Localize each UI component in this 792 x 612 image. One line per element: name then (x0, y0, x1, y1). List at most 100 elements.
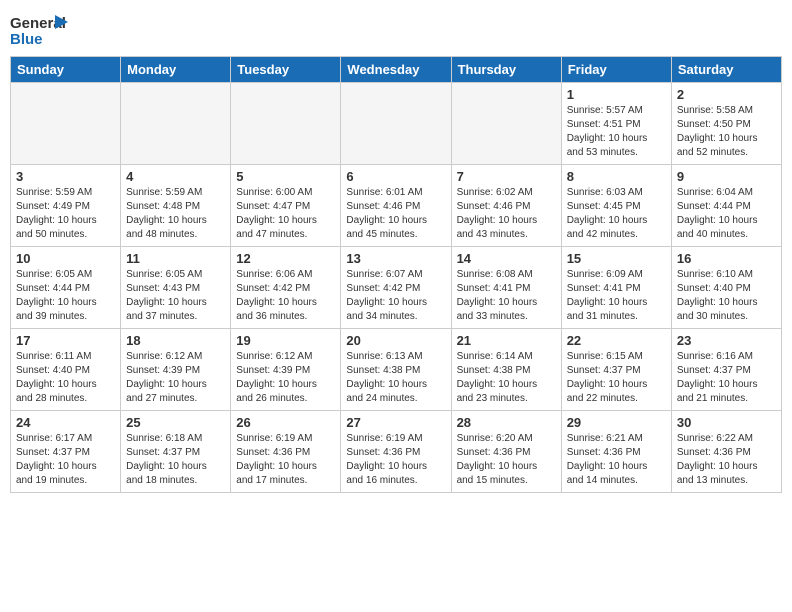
calendar-cell (451, 83, 561, 165)
day-info: Sunrise: 6:02 AM Sunset: 4:46 PM Dayligh… (457, 186, 556, 242)
day-number: 19 (236, 333, 335, 348)
day-number: 26 (236, 415, 335, 430)
day-number: 13 (346, 251, 445, 266)
calendar-cell: 13 Sunrise: 6:07 AM Sunset: 4:42 PM Dayli… (341, 247, 451, 329)
day-info: Sunrise: 6:00 AM Sunset: 4:47 PM Dayligh… (236, 186, 335, 242)
day-info: Sunrise: 5:57 AM Sunset: 4:51 PM Dayligh… (567, 104, 666, 160)
calendar-cell: 12 Sunrise: 6:06 AM Sunset: 4:42 PM Dayli… (231, 247, 341, 329)
day-info: Sunrise: 6:12 AM Sunset: 4:39 PM Dayligh… (126, 350, 225, 406)
calendar-cell (231, 83, 341, 165)
calendar-cell: 25Sunrise: 6:18 AM Sunset: 4:37 PM Dayli… (121, 411, 231, 493)
day-info: Sunrise: 6:04 AM Sunset: 4:44 PM Dayligh… (677, 186, 776, 242)
day-info: Sunrise: 6:05 AM Sunset: 4:43 PM Dayligh… (126, 268, 225, 324)
week-row-5: 24Sunrise: 6:17 AM Sunset: 4:37 PM Dayli… (11, 411, 782, 493)
calendar-cell: 7 Sunrise: 6:02 AM Sunset: 4:46 PM Daylig… (451, 165, 561, 247)
calendar-cell: 6Sunrise: 6:01 AM Sunset: 4:46 PM Daylig… (341, 165, 451, 247)
calendar-cell: 26 Sunrise: 6:19 AM Sunset: 4:36 PM Dayli… (231, 411, 341, 493)
calendar-cell: 17Sunrise: 6:11 AM Sunset: 4:40 PM Dayli… (11, 329, 121, 411)
calendar-cell: 29 Sunrise: 6:21 AM Sunset: 4:36 PM Dayli… (561, 411, 671, 493)
day-header-wednesday: Wednesday (341, 57, 451, 83)
day-info: Sunrise: 6:13 AM Sunset: 4:38 PM Dayligh… (346, 350, 445, 406)
day-info: Sunrise: 6:03 AM Sunset: 4:45 PM Dayligh… (567, 186, 666, 242)
day-number: 25 (126, 415, 225, 430)
header: GeneralBlue (10, 10, 782, 50)
calendar-cell: 10 Sunrise: 6:05 AM Sunset: 4:44 PM Dayli… (11, 247, 121, 329)
day-header-friday: Friday (561, 57, 671, 83)
day-header-tuesday: Tuesday (231, 57, 341, 83)
calendar-cell: 20Sunrise: 6:13 AM Sunset: 4:38 PM Dayli… (341, 329, 451, 411)
calendar-cell: 15 Sunrise: 6:09 AM Sunset: 4:41 PM Dayli… (561, 247, 671, 329)
day-number: 4 (126, 169, 225, 184)
day-number: 2 (677, 87, 776, 102)
day-number: 18 (126, 333, 225, 348)
day-number: 12 (236, 251, 335, 266)
day-info: Sunrise: 6:08 AM Sunset: 4:41 PM Dayligh… (457, 268, 556, 324)
calendar-cell: 8 Sunrise: 6:03 AM Sunset: 4:45 PM Daylig… (561, 165, 671, 247)
calendar-cell: 1 Sunrise: 5:57 AM Sunset: 4:51 PM Daylig… (561, 83, 671, 165)
day-header-thursday: Thursday (451, 57, 561, 83)
calendar-table: SundayMondayTuesdayWednesdayThursdayFrid… (10, 56, 782, 493)
day-number: 27 (346, 415, 445, 430)
day-info: Sunrise: 5:59 AM Sunset: 4:49 PM Dayligh… (16, 186, 115, 242)
day-info: Sunrise: 6:01 AM Sunset: 4:46 PM Dayligh… (346, 186, 445, 242)
calendar-cell: 23Sunrise: 6:16 AM Sunset: 4:37 PM Dayli… (671, 329, 781, 411)
day-info: Sunrise: 6:11 AM Sunset: 4:40 PM Dayligh… (16, 350, 115, 406)
day-info: Sunrise: 6:12 AM Sunset: 4:39 PM Dayligh… (236, 350, 335, 406)
calendar-cell: 19 Sunrise: 6:12 AM Sunset: 4:39 PM Dayli… (231, 329, 341, 411)
day-number: 10 (16, 251, 115, 266)
week-row-4: 17Sunrise: 6:11 AM Sunset: 4:40 PM Dayli… (11, 329, 782, 411)
day-info: Sunrise: 6:16 AM Sunset: 4:37 PM Dayligh… (677, 350, 776, 406)
day-info: Sunrise: 6:22 AM Sunset: 4:36 PM Dayligh… (677, 432, 776, 488)
day-number: 30 (677, 415, 776, 430)
day-header-sunday: Sunday (11, 57, 121, 83)
day-number: 5 (236, 169, 335, 184)
calendar-cell: 28Sunrise: 6:20 AM Sunset: 4:36 PM Dayli… (451, 411, 561, 493)
calendar-cell: 16 Sunrise: 6:10 AM Sunset: 4:40 PM Dayli… (671, 247, 781, 329)
day-info: Sunrise: 6:06 AM Sunset: 4:42 PM Dayligh… (236, 268, 335, 324)
calendar-cell (11, 83, 121, 165)
calendar-cell: 11 Sunrise: 6:05 AM Sunset: 4:43 PM Dayli… (121, 247, 231, 329)
day-info: Sunrise: 6:15 AM Sunset: 4:37 PM Dayligh… (567, 350, 666, 406)
day-number: 24 (16, 415, 115, 430)
logo: GeneralBlue (10, 10, 70, 50)
calendar-cell: 21 Sunrise: 6:14 AM Sunset: 4:38 PM Dayli… (451, 329, 561, 411)
logo-icon: GeneralBlue (10, 10, 70, 50)
day-info: Sunrise: 6:14 AM Sunset: 4:38 PM Dayligh… (457, 350, 556, 406)
calendar-cell: 24Sunrise: 6:17 AM Sunset: 4:37 PM Dayli… (11, 411, 121, 493)
day-info: Sunrise: 6:10 AM Sunset: 4:40 PM Dayligh… (677, 268, 776, 324)
day-number: 8 (567, 169, 666, 184)
day-number: 29 (567, 415, 666, 430)
day-info: Sunrise: 6:21 AM Sunset: 4:36 PM Dayligh… (567, 432, 666, 488)
day-info: Sunrise: 6:05 AM Sunset: 4:44 PM Dayligh… (16, 268, 115, 324)
calendar-cell: 22Sunrise: 6:15 AM Sunset: 4:37 PM Dayli… (561, 329, 671, 411)
svg-text:Blue: Blue (10, 31, 43, 48)
week-row-3: 10 Sunrise: 6:05 AM Sunset: 4:44 PM Dayli… (11, 247, 782, 329)
day-number: 21 (457, 333, 556, 348)
day-header-monday: Monday (121, 57, 231, 83)
day-header-saturday: Saturday (671, 57, 781, 83)
day-number: 11 (126, 251, 225, 266)
calendar-cell: 4Sunrise: 5:59 AM Sunset: 4:48 PM Daylig… (121, 165, 231, 247)
day-number: 14 (457, 251, 556, 266)
day-info: Sunrise: 6:07 AM Sunset: 4:42 PM Dayligh… (346, 268, 445, 324)
calendar-cell: 3 Sunrise: 5:59 AM Sunset: 4:49 PM Daylig… (11, 165, 121, 247)
calendar-cell: 27 Sunrise: 6:19 AM Sunset: 4:36 PM Dayli… (341, 411, 451, 493)
week-row-1: 1 Sunrise: 5:57 AM Sunset: 4:51 PM Daylig… (11, 83, 782, 165)
calendar-cell: 2 Sunrise: 5:58 AM Sunset: 4:50 PM Daylig… (671, 83, 781, 165)
day-number: 16 (677, 251, 776, 266)
calendar-cell (341, 83, 451, 165)
week-row-2: 3 Sunrise: 5:59 AM Sunset: 4:49 PM Daylig… (11, 165, 782, 247)
day-info: Sunrise: 6:09 AM Sunset: 4:41 PM Dayligh… (567, 268, 666, 324)
day-info: Sunrise: 5:58 AM Sunset: 4:50 PM Dayligh… (677, 104, 776, 160)
calendar-cell: 5 Sunrise: 6:00 AM Sunset: 4:47 PM Daylig… (231, 165, 341, 247)
day-info: Sunrise: 6:19 AM Sunset: 4:36 PM Dayligh… (346, 432, 445, 488)
day-number: 7 (457, 169, 556, 184)
header-row: SundayMondayTuesdayWednesdayThursdayFrid… (11, 57, 782, 83)
calendar-cell: 9Sunrise: 6:04 AM Sunset: 4:44 PM Daylig… (671, 165, 781, 247)
calendar-cell: 30 Sunrise: 6:22 AM Sunset: 4:36 PM Dayli… (671, 411, 781, 493)
day-number: 15 (567, 251, 666, 266)
day-info: Sunrise: 6:19 AM Sunset: 4:36 PM Dayligh… (236, 432, 335, 488)
day-number: 28 (457, 415, 556, 430)
day-number: 1 (567, 87, 666, 102)
day-number: 3 (16, 169, 115, 184)
